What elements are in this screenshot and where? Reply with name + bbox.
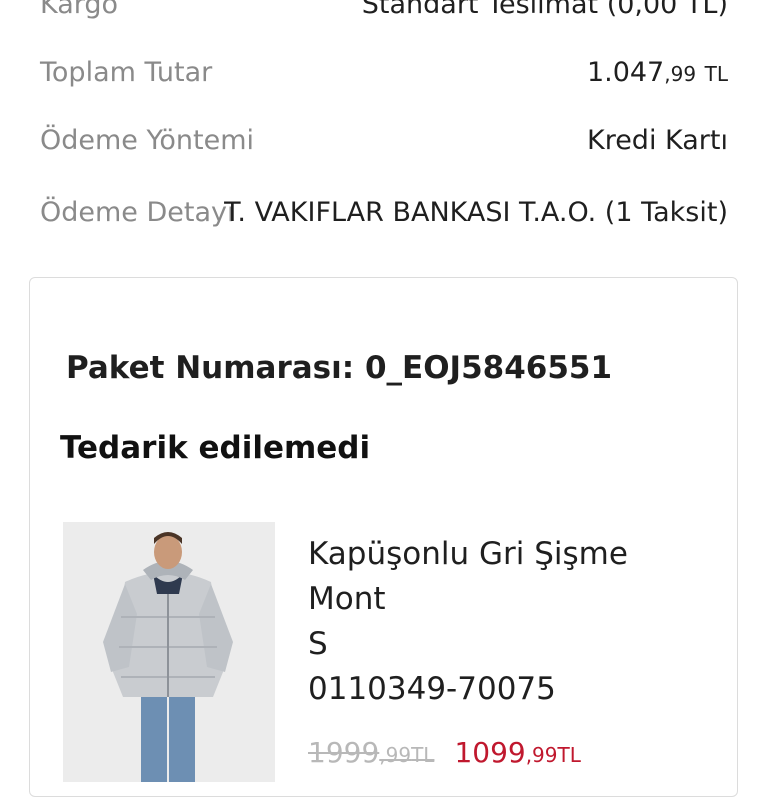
payment-detail-value: T. VAKIFLAR BANKASI T.A.O. (1 Taksit)	[224, 197, 728, 228]
package-status: Tedarik edilemedi	[60, 430, 371, 466]
new-price: 1099,99TL	[454, 736, 580, 769]
old-price-currency: TL	[411, 743, 435, 767]
payment-method-label: Ödeme Yöntemi	[40, 125, 255, 156]
old-price: 1999,99TL	[308, 736, 434, 769]
total-label: Toplam Tutar	[40, 57, 213, 88]
package-number-label: Paket Numarası:	[66, 350, 355, 386]
product-code: 0110349-70075	[308, 671, 556, 707]
cargo-value: Standart Teslimat (0,00 TL)	[361, 0, 728, 20]
payment-method-value: Kredi Kartı	[586, 125, 728, 156]
total-value: 1.047,99 TL	[587, 56, 728, 91]
cargo-label: Kargo	[40, 0, 119, 20]
package-card: Paket Numarası: 0_EOJ5846551 Tedarik edi…	[29, 277, 738, 797]
new-price-main: 1099	[454, 736, 526, 769]
product-image[interactable]	[63, 522, 275, 782]
old-price-decimals: ,99	[379, 743, 412, 767]
puffer-jacket-photo	[63, 522, 275, 782]
total-value-main: 1.047	[586, 57, 665, 88]
total-currency: TL	[704, 62, 728, 86]
old-price-main: 1999	[308, 736, 380, 769]
new-price-decimals: ,99	[525, 743, 558, 767]
product-info: Kapüşonlu Gri Şişme Mont S 0110349-70075	[308, 532, 708, 712]
product-size: S	[308, 626, 328, 662]
price-row: 1999,99TL 1099,99TL	[308, 736, 581, 769]
payment-detail-label: Ödeme Detayı	[40, 197, 235, 228]
product-name[interactable]: Kapüşonlu Gri Şişme Mont	[308, 532, 708, 622]
package-number-value: 0_EOJ5846551	[364, 350, 613, 386]
total-value-decimals: ,99	[664, 62, 697, 86]
package-number: Paket Numarası: 0_EOJ5846551	[66, 350, 612, 386]
new-price-currency: TL	[557, 743, 581, 767]
